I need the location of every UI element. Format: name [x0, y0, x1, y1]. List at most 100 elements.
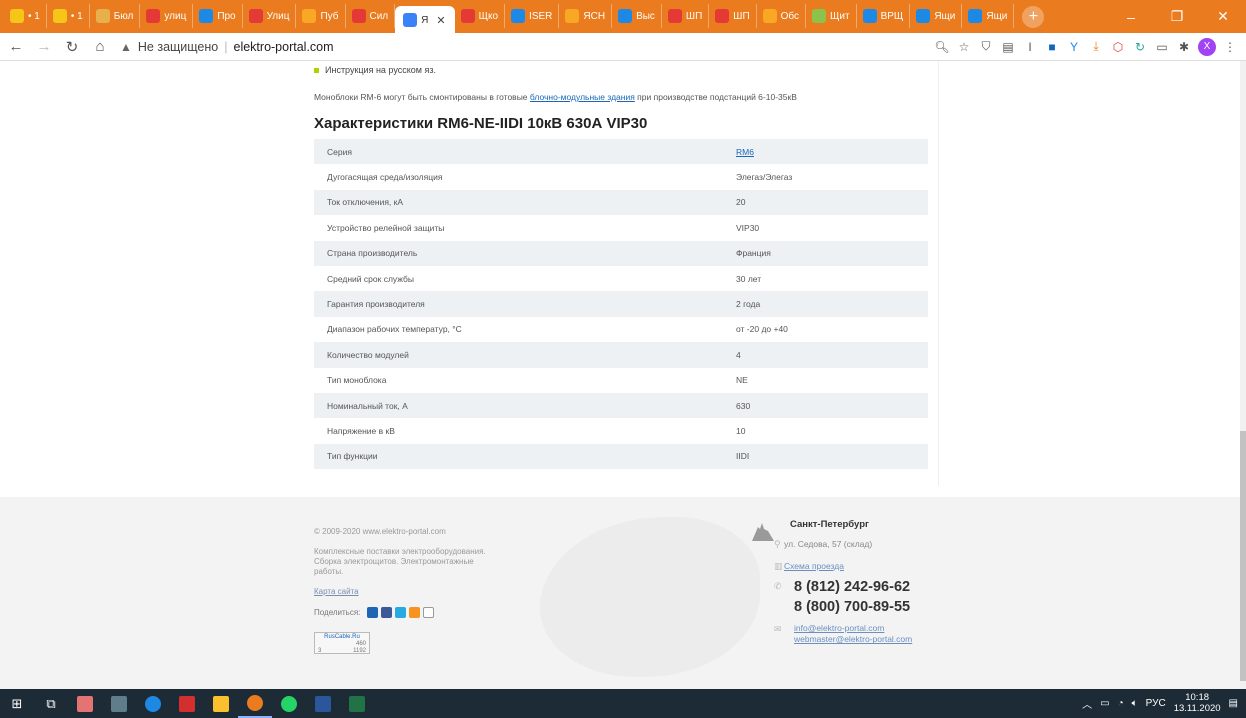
spec-value: 4: [736, 349, 741, 360]
zoom-icon[interactable]: 🔍︎: [934, 39, 950, 55]
emails: ✉ info@elektro-portal.com webmaster@elek…: [774, 623, 912, 646]
phone-secondary[interactable]: 8 (800) 700-89-55: [784, 597, 910, 617]
taskbar-app-chrome[interactable]: [238, 689, 272, 718]
browser-tab[interactable]: Ящи: [910, 4, 963, 28]
taskbar-app-explorer[interactable]: [204, 689, 238, 718]
phone-primary[interactable]: 8 (812) 242-96-62: [784, 577, 910, 597]
arrow-left-icon: ←: [8, 38, 24, 55]
map-icon: ▥: [774, 561, 783, 571]
taskbar-app-paint[interactable]: [68, 689, 102, 718]
task-view-button[interactable]: ⧉: [34, 689, 68, 718]
home-button[interactable]: ⌂: [88, 35, 112, 59]
counter-value-b: 1192: [353, 648, 366, 655]
scrollbar-thumb[interactable]: [1240, 431, 1246, 681]
taskbar-app-whatsapp[interactable]: [272, 689, 306, 718]
pin-icon: ⚲: [774, 539, 781, 549]
browser-tab[interactable]: Бюл: [90, 4, 141, 28]
spec-value: от -20 до +40: [736, 324, 788, 335]
home-icon: ⌂: [95, 38, 105, 55]
folder-icon: [213, 695, 229, 712]
language-indicator[interactable]: РУС: [1146, 698, 1166, 709]
security-status: Не защищено: [137, 39, 219, 54]
browser-tab[interactable]: Обс: [757, 4, 807, 28]
spec-row: Тип функции IIDI: [314, 443, 928, 470]
reload-button[interactable]: ↻: [60, 35, 84, 59]
browser-tab[interactable]: • 1: [4, 4, 47, 28]
facebook-icon[interactable]: [381, 607, 393, 618]
back-button[interactable]: ←: [4, 35, 28, 59]
taskbar-app-excel[interactable]: [340, 689, 374, 718]
vpn-icon[interactable]: Y: [1066, 39, 1082, 55]
forward-button[interactable]: →: [32, 35, 56, 59]
close-tab-icon[interactable]: ✕: [436, 14, 445, 27]
spec-value-cell: RM6: [730, 139, 928, 165]
browser-tab[interactable]: Ящи: [962, 4, 1015, 28]
download-extension-icon[interactable]: ⤓: [1088, 39, 1104, 55]
browser-tab[interactable]: Пуб: [296, 4, 346, 28]
cast-icon[interactable]: ▭: [1154, 39, 1170, 55]
browser-tab[interactable]: ШП: [662, 4, 710, 28]
battery-icon[interactable]: ▭: [1100, 698, 1109, 709]
chevron-up-icon[interactable]: ︿: [1082, 696, 1092, 711]
new-tab-button[interactable]: +: [1022, 5, 1045, 28]
taskbar-app-word[interactable]: [306, 689, 340, 718]
browser-tab[interactable]: ВРЩ: [857, 4, 911, 28]
adblock-icon[interactable]: ⬡: [1110, 39, 1126, 55]
taskbar-app-browser[interactable]: [136, 689, 170, 718]
spec-value-link[interactable]: RM6: [736, 147, 754, 157]
start-button[interactable]: ⊞: [0, 689, 34, 718]
browser-tab[interactable]: улиц: [140, 4, 194, 28]
browser-tab[interactable]: Щит: [806, 4, 857, 28]
update-extension-icon[interactable]: ↻: [1132, 39, 1148, 55]
page-scrollbar[interactable]: [1240, 61, 1246, 689]
puzzle-icon[interactable]: ✱: [1176, 39, 1192, 55]
profile-avatar[interactable]: X: [1198, 37, 1216, 56]
browser-tab[interactable]: ISER: [505, 4, 560, 28]
vk-icon[interactable]: [367, 607, 379, 618]
twitter-icon[interactable]: [395, 607, 407, 618]
modular-buildings-link[interactable]: блочно-модульные здания: [530, 92, 635, 102]
network-icon[interactable]: ◔: [1118, 698, 1124, 709]
tab-label: ШП: [733, 10, 750, 22]
notifications-icon[interactable]: ▤: [1229, 698, 1238, 709]
spec-value: IIDI: [736, 451, 750, 462]
cursor-icon[interactable]: I: [1022, 39, 1038, 55]
odnoklassniki-icon[interactable]: [409, 607, 421, 618]
browser-tab[interactable]: Я ✕: [395, 6, 455, 34]
ruscable-counter[interactable]: RusCable.Ru 460 3 1192: [314, 632, 370, 654]
browser-tab[interactable]: Улиц: [243, 4, 297, 28]
bookmark-icon[interactable]: [423, 607, 435, 618]
minimize-button[interactable]: –: [1108, 0, 1154, 33]
calculator-icon: [111, 695, 127, 712]
email-info-link[interactable]: info@elektro-portal.com: [784, 623, 912, 634]
address-bar[interactable]: ▲ Не защищено | elektro-portal.com: [120, 36, 934, 58]
tab-label: Я: [421, 14, 429, 26]
tab-list: • 1 • 1 Бюл улиц Про Улиц Пуб Сил Я ✕ Щко ISER ЯСН Вы…: [4, 0, 1015, 34]
shield-icon[interactable]: ⛉: [978, 39, 994, 55]
browser-tab[interactable]: Щко: [455, 4, 506, 28]
company-description: Комплексные поставки электрооборудования…: [314, 547, 486, 576]
maximize-button[interactable]: ❐: [1154, 0, 1200, 33]
route-link[interactable]: Схема проезда: [784, 561, 844, 571]
city-icon: [752, 523, 774, 541]
taskbar-app-pdf[interactable]: [170, 689, 204, 718]
square-extension-icon[interactable]: ■: [1044, 39, 1060, 55]
sitemap-link[interactable]: Карта сайта: [314, 587, 359, 596]
spec-name: Номинальный ток, А: [314, 392, 730, 419]
spec-name: Тип моноблока: [327, 375, 387, 386]
clock[interactable]: 10:18 13.11.2020: [1174, 692, 1221, 715]
browser-tab[interactable]: Выс: [612, 4, 662, 28]
taskbar-app-calculator[interactable]: [102, 689, 136, 718]
browser-tab[interactable]: • 1: [47, 4, 90, 28]
city-name: Санкт-Петербург: [790, 519, 869, 530]
reader-icon[interactable]: ▤: [1000, 39, 1016, 55]
browser-tab[interactable]: Про: [193, 4, 243, 28]
close-window-button[interactable]: ✕: [1200, 0, 1246, 33]
menu-icon[interactable]: ⋮: [1222, 39, 1238, 55]
browser-tab[interactable]: ШП: [709, 4, 757, 28]
browser-tab[interactable]: ЯСН: [559, 4, 613, 28]
email-webmaster-link[interactable]: webmaster@elektro-portal.com: [784, 634, 912, 645]
volume-icon[interactable]: 🔈︎: [1132, 698, 1138, 709]
star-icon[interactable]: ☆: [956, 39, 972, 55]
browser-tab[interactable]: Сил: [346, 4, 396, 28]
